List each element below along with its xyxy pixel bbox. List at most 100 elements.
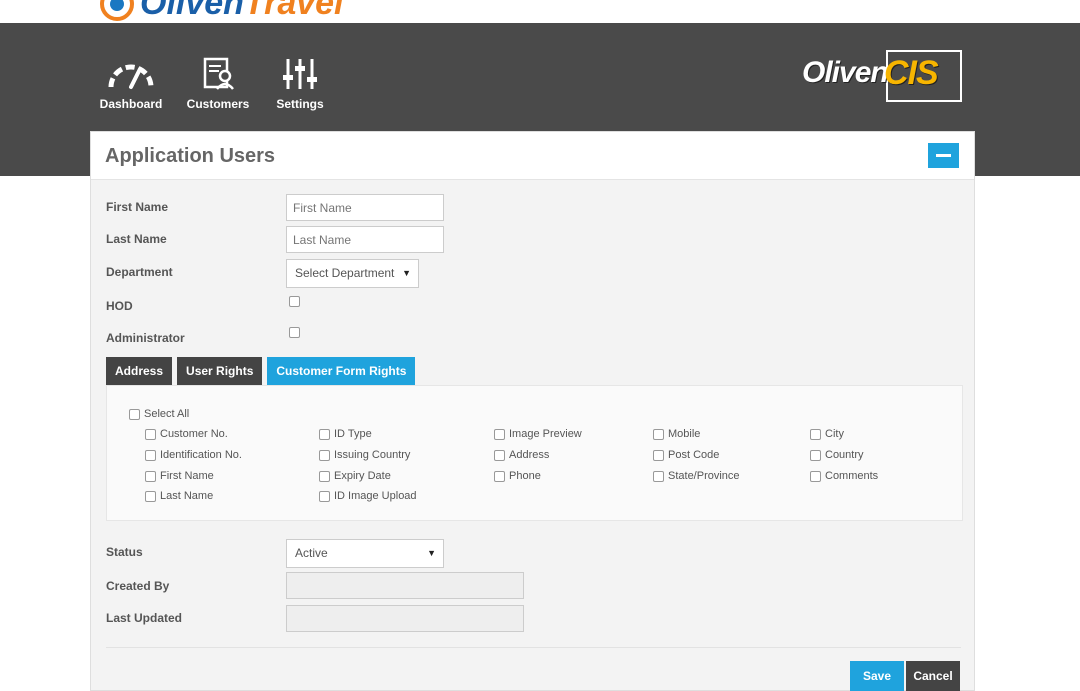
right-checkbox[interactable]: City — [810, 428, 844, 440]
tab-customer-form-rights[interactable]: Customer Form Rights — [267, 357, 416, 385]
first-name-label: First Name — [106, 200, 169, 214]
right-label: City — [825, 428, 844, 440]
cancel-button[interactable]: Cancel — [906, 661, 960, 691]
right-label: Comments — [825, 470, 879, 482]
last-name-input[interactable] — [286, 226, 444, 253]
right-checkbox[interactable]: Mobile — [653, 428, 700, 440]
right-label: First Name — [160, 470, 214, 482]
checkbox-box — [810, 449, 821, 461]
nav-customers[interactable]: Customers — [186, 57, 250, 111]
right-checkbox[interactable]: ID Type — [319, 428, 372, 440]
right-checkbox[interactable]: Address — [494, 449, 549, 461]
brand-part1: Oliven — [802, 56, 889, 89]
status-label: Status — [106, 545, 143, 559]
nav-settings[interactable]: Settings — [274, 57, 326, 111]
right-checkbox[interactable]: Post Code — [653, 449, 719, 461]
last-updated-label: Last Updated — [106, 611, 183, 625]
chevron-down-icon: ▼ — [427, 548, 436, 558]
divider — [106, 647, 961, 648]
gauge-icon — [108, 64, 154, 89]
right-checkbox[interactable]: Last Name — [145, 490, 213, 502]
checkbox-box — [653, 470, 664, 482]
department-label: Department — [106, 265, 173, 279]
right-label: Last Name — [160, 490, 214, 502]
right-label: Identification No. — [160, 449, 242, 461]
checkbox-box — [810, 470, 821, 482]
travel-logo-part2: Travel — [243, 0, 344, 22]
brand-part2: CIS — [884, 54, 939, 92]
chevron-down-icon: ▼ — [402, 268, 411, 278]
checkbox-box — [319, 428, 330, 440]
checkbox-box — [653, 428, 664, 440]
checkbox-box — [129, 408, 140, 420]
checkbox-box — [494, 428, 505, 440]
created-by-field — [286, 572, 524, 599]
rights-tabs: Address User Rights Customer Form Rights — [106, 357, 420, 385]
right-checkbox[interactable]: Customer No. — [145, 428, 228, 440]
right-checkbox[interactable]: Expiry Date — [319, 470, 391, 482]
right-checkbox[interactable]: Image Preview — [494, 428, 582, 440]
select-all-checkbox[interactable]: Select All — [129, 408, 189, 420]
last-name-label: Last Name — [106, 232, 167, 246]
right-checkbox[interactable]: ID Image Upload — [319, 490, 417, 502]
checkbox-box — [145, 490, 156, 502]
checkbox-box — [145, 428, 156, 440]
right-checkbox[interactable]: Identification No. — [145, 449, 242, 461]
checkbox-box — [145, 470, 156, 482]
right-label: Image Preview — [509, 428, 582, 440]
first-name-input[interactable] — [286, 194, 444, 221]
tab-address[interactable]: Address — [106, 357, 173, 385]
status-select-value: Active — [295, 546, 328, 560]
right-checkbox[interactable]: Phone — [494, 470, 541, 482]
checkbox-box — [145, 449, 156, 461]
checkbox-box — [319, 490, 330, 502]
nav-settings-label: Settings — [276, 97, 324, 111]
right-label: Mobile — [668, 428, 701, 440]
nav-customers-label: Customers — [186, 97, 250, 111]
right-label: Country — [825, 449, 864, 461]
panel-header: Application Users — [91, 132, 974, 180]
right-checkbox[interactable]: State/Province — [653, 470, 740, 482]
checkbox-box — [319, 449, 330, 461]
created-by-label: Created By — [106, 579, 170, 593]
travel-logo-part1: Oliven — [140, 0, 244, 22]
save-button[interactable]: Save — [850, 661, 904, 691]
administrator-checkbox[interactable] — [289, 327, 300, 338]
travel-logo[interactable]: OlivenTravel — [100, 0, 344, 23]
tab-user-rights[interactable]: User Rights — [177, 357, 263, 385]
collapse-button[interactable] — [928, 143, 959, 168]
checkbox-box — [810, 428, 821, 440]
right-checkbox[interactable]: Comments — [810, 470, 878, 482]
last-updated-field — [286, 605, 524, 632]
right-label: Post Code — [668, 449, 720, 461]
department-select[interactable]: Select Department ▼ — [286, 259, 419, 288]
hod-label: HOD — [106, 299, 133, 313]
customer-form-rights-box: Select All Customer No. Identification N… — [106, 385, 963, 521]
travel-logo-icon — [100, 0, 134, 21]
right-checkbox[interactable]: First Name — [145, 470, 214, 482]
checkbox-box — [494, 470, 505, 482]
main-nav: Dashboard Customers Settings — [96, 57, 346, 111]
right-checkbox[interactable]: Issuing Country — [319, 449, 410, 461]
application-users-panel: Application Users First Name Last Name D… — [90, 131, 975, 691]
right-label: Address — [509, 449, 550, 461]
top-strip: OlivenTravel — [0, 0, 1080, 23]
oliven-cis-logo: Oliven CIS — [800, 50, 965, 106]
right-label: ID Image Upload — [334, 490, 417, 502]
select-all-label: Select All — [144, 408, 190, 420]
page-title: Application Users — [105, 145, 276, 167]
nav-dashboard-label: Dashboard — [99, 97, 163, 111]
right-label: State/Province — [668, 470, 740, 482]
right-label: ID Type — [334, 428, 372, 440]
hod-checkbox[interactable] — [289, 296, 300, 307]
right-label: Phone — [509, 470, 541, 482]
right-label: Customer No. — [160, 428, 228, 440]
user-doc-icon — [203, 57, 234, 90]
checkbox-box — [494, 449, 505, 461]
department-select-value: Select Department — [295, 266, 395, 280]
nav-dashboard[interactable]: Dashboard — [96, 57, 166, 111]
right-checkbox[interactable]: Country — [810, 449, 864, 461]
status-select[interactable]: Active ▼ — [286, 539, 444, 568]
right-label: Expiry Date — [334, 470, 391, 482]
right-label: Issuing Country — [334, 449, 411, 461]
